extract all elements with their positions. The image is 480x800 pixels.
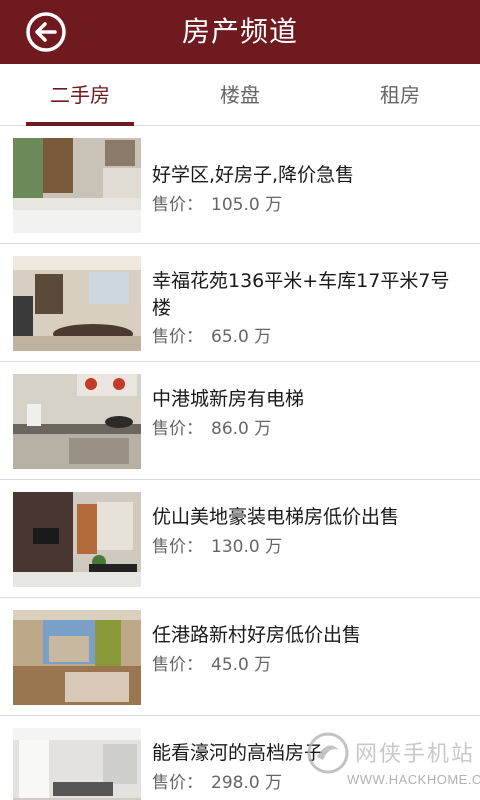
- listing-title: 优山美地豪装电梯房低价出售: [152, 506, 400, 528]
- listing-thumbnail: [13, 492, 141, 587]
- tab-new-homes[interactable]: 楼盘: [160, 64, 320, 126]
- listing-title: 幸福花苑136平米+车库17平米7号楼: [152, 270, 450, 319]
- price-value: 65.0 万: [211, 327, 272, 347]
- tab-rentals[interactable]: 租房: [320, 64, 480, 126]
- price-label: 售价：: [152, 655, 203, 675]
- listing-title: 好学区,好房子,降价急售: [152, 164, 355, 186]
- listing-list: 好学区,好房子,降价急售 售价： 105.0 万 幸福花苑136平米+车库17平米…: [0, 126, 480, 800]
- list-item[interactable]: 任港路新村好房低价出售 售价： 45.0 万: [0, 598, 480, 716]
- listing-price: 售价： 130.0 万: [152, 532, 282, 557]
- price-value: 298.0 万: [211, 773, 283, 793]
- app-bar: 房产频道: [0, 0, 480, 64]
- tab-bar: 二手房 楼盘 租房: [0, 64, 480, 126]
- price-value: 105.0 万: [211, 195, 283, 215]
- watermark-text: 网侠手机站: [355, 742, 476, 767]
- listing-thumbnail: [13, 728, 141, 800]
- page-title: 房产频道: [181, 15, 298, 48]
- listing-price: 售价： 65.0 万: [152, 322, 271, 347]
- listing-price: 售价： 86.0 万: [152, 414, 271, 439]
- price-label: 售价：: [152, 327, 203, 347]
- list-item[interactable]: 好学区,好房子,降价急售 售价： 105.0 万: [0, 126, 480, 244]
- listing-thumbnail: [13, 610, 141, 705]
- price-label: 售价：: [152, 195, 203, 215]
- listing-title: 任港路新村好房低价出售: [152, 624, 362, 646]
- price-value: 45.0 万: [211, 655, 272, 675]
- price-value: 130.0 万: [211, 537, 283, 557]
- listing-title: 中港城新房有电梯: [152, 388, 305, 410]
- price-label: 售价：: [152, 773, 203, 793]
- tab-second-hand[interactable]: 二手房: [0, 64, 160, 126]
- listing-thumbnail: [13, 374, 141, 469]
- watermark-url: WWW.HACKHOME.COM: [347, 772, 480, 787]
- price-label: 售价：: [152, 537, 203, 557]
- price-label: 售价：: [152, 419, 203, 439]
- watermark-logo-icon: [307, 732, 349, 774]
- list-item[interactable]: 优山美地豪装电梯房低价出售 售价： 130.0 万: [0, 480, 480, 598]
- list-item[interactable]: 中港城新房有电梯 售价： 86.0 万: [0, 362, 480, 480]
- listing-price: 售价： 45.0 万: [152, 650, 271, 675]
- listing-price: 售价： 298.0 万: [152, 768, 282, 793]
- watermark: 网侠手机站 WWW.HACKHOME.COM: [305, 728, 480, 800]
- list-item[interactable]: 幸福花苑136平米+车库17平米7号楼 售价： 65.0 万: [0, 244, 480, 362]
- price-value: 86.0 万: [211, 419, 272, 439]
- listing-thumbnail: [13, 138, 141, 233]
- listing-price: 售价： 105.0 万: [152, 190, 282, 215]
- listing-thumbnail: [13, 256, 141, 351]
